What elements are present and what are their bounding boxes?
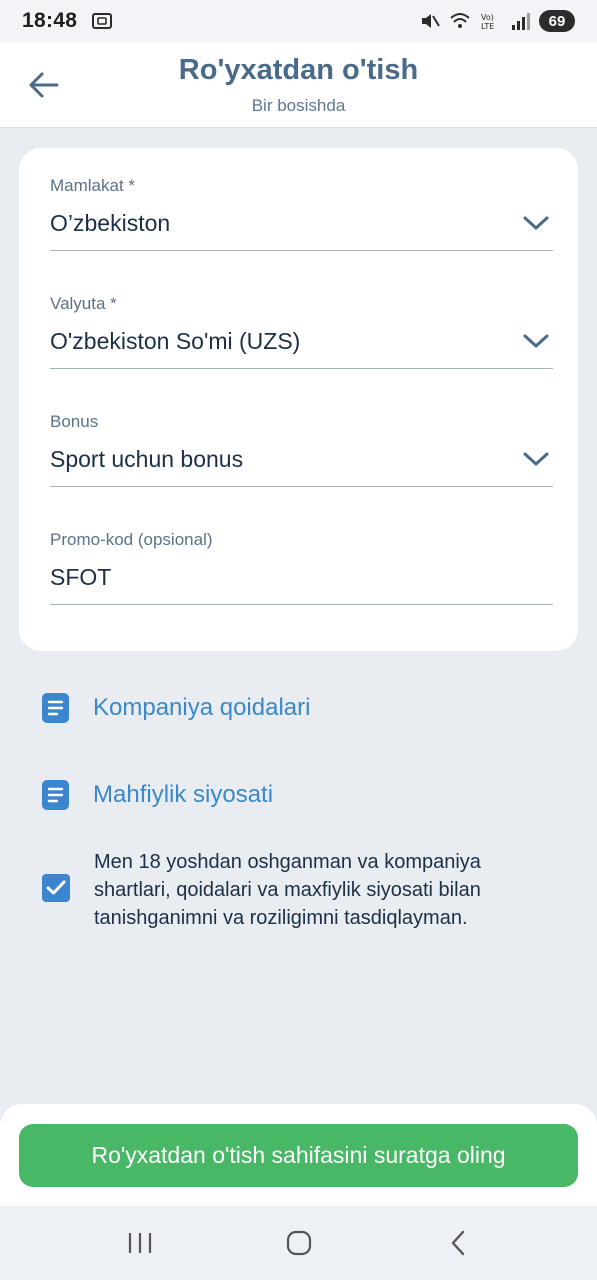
volte-icon: Vo) LTE — [481, 13, 494, 31]
bottom-action-bar: Ro'yxatdan o'tish sahifasini suratga oli… — [0, 1104, 597, 1206]
system-nav-bar — [0, 1206, 597, 1280]
currency-select[interactable]: Valyuta * O'zbekiston So'mi (UZS) — [50, 294, 553, 369]
company-rules-label[interactable]: Kompaniya qoidalari — [93, 694, 310, 722]
page-title: Ro'yxatdan o'tish — [178, 54, 419, 86]
bonus-label: Bonus — [50, 412, 99, 431]
svg-text:Vo): Vo) — [481, 13, 494, 22]
country-select[interactable]: Mamlakat * O’zbekiston — [50, 176, 553, 251]
recent-apps-button[interactable] — [110, 1218, 170, 1268]
chevron-down-icon — [523, 452, 549, 466]
mute-icon — [422, 14, 440, 28]
screenshot-icon — [92, 13, 113, 29]
home-button[interactable] — [269, 1218, 329, 1268]
bonus-value: Sport uchun bonus — [50, 445, 244, 472]
consent-row: Men 18 yoshdan oshganman va kompaniya sh… — [42, 848, 562, 932]
signal-icon — [512, 13, 530, 30]
document-icon — [42, 693, 69, 723]
status-icons: Vo) LTE 69 — [419, 10, 575, 32]
field-underline — [50, 486, 553, 487]
field-underline — [50, 368, 553, 369]
screenshot-registration-button[interactable]: Ro'yxatdan o'tish sahifasini suratga oli… — [19, 1124, 578, 1187]
wifi-icon — [450, 13, 470, 28]
promo-code-label: Promo-kod (opsional) — [50, 530, 213, 549]
consent-checkbox[interactable] — [42, 874, 70, 902]
consent-text: Men 18 yoshdan oshganman va kompaniya sh… — [94, 851, 481, 929]
company-rules-link[interactable]: Kompaniya qoidalari — [42, 693, 310, 723]
currency-label: Valyuta * — [50, 294, 117, 313]
document-icon — [42, 780, 69, 810]
country-value: O’zbekiston — [50, 209, 171, 236]
privacy-policy-label[interactable]: Mahfiylik siyosati — [93, 781, 273, 809]
promo-code-value[interactable]: SFOT — [50, 564, 111, 591]
page-subtitle: Bir bosishda — [251, 96, 346, 115]
recent-apps-icon — [128, 1233, 151, 1253]
chevron-down-icon — [523, 334, 549, 348]
back-nav-button[interactable] — [428, 1218, 488, 1268]
checkmark-icon — [46, 880, 66, 895]
chevron-left-icon — [451, 1230, 464, 1256]
field-underline — [50, 604, 553, 605]
registration-screen: 18:48 Vo) LTE 69 Ro'yxatdan o'tish Bir b… — [0, 0, 597, 1280]
header: Ro'yxatdan o'tish Bir bosishda — [0, 42, 597, 128]
promo-code-field[interactable]: Promo-kod (opsional) SFOT — [50, 530, 553, 605]
country-label: Mamlakat * — [50, 176, 136, 195]
currency-value: O'zbekiston So'mi (UZS) — [50, 327, 301, 354]
bonus-select[interactable]: Bonus Sport uchun bonus — [50, 412, 553, 487]
status-bar: 18:48 Vo) LTE 69 — [0, 0, 597, 42]
registration-form: Mamlakat * O’zbekiston Valyuta * O'zbeki… — [19, 148, 578, 651]
home-icon — [286, 1230, 311, 1256]
field-underline — [50, 250, 553, 251]
chevron-down-icon — [523, 216, 549, 230]
battery-indicator: 69 — [539, 10, 575, 32]
privacy-policy-link[interactable]: Mahfiylik siyosati — [42, 780, 273, 810]
svg-text:LTE: LTE — [481, 22, 494, 31]
status-time: 18:48 — [22, 9, 78, 32]
